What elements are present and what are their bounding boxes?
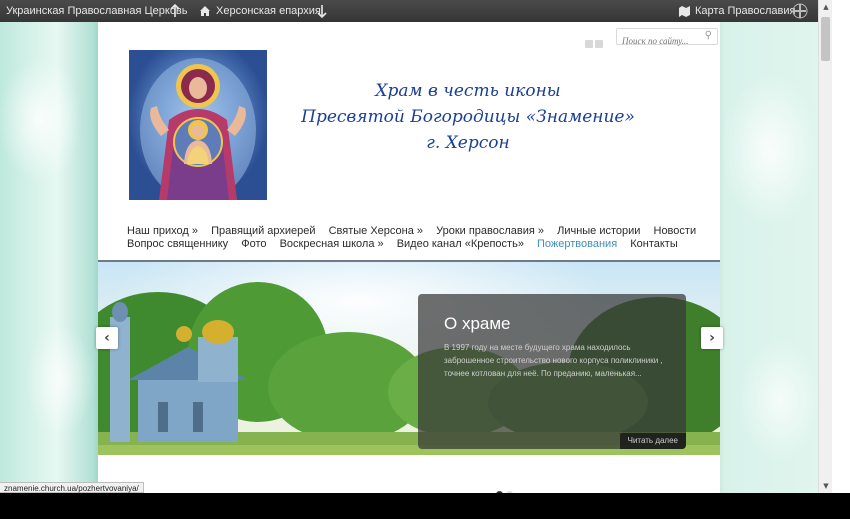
home-icon[interactable] [199,0,211,22]
social-links [585,33,605,52]
scroll-up-icon[interactable]: ▲ [819,0,833,14]
nav-item-bishop[interactable]: Правящий архиерей [211,225,315,237]
nav-item-video[interactable]: Видео канал «Крепость» [397,238,524,250]
slide-title[interactable]: О храме [444,314,511,334]
slide-excerpt: В 1997 году на месте будущего храма нахо… [444,343,663,378]
nav-item-donations[interactable]: Пожертвования [537,238,617,250]
slider-pagination [496,483,516,493]
nav-item-lessons[interactable]: Уроки православия » [436,225,544,237]
scroll-down-icon[interactable]: ▼ [819,479,833,493]
slider-dot[interactable] [506,491,513,493]
nav-item-photo[interactable]: Фото [241,238,266,250]
main-nav: Наш приход » Правящий архиерей Святые Хе… [127,224,717,251]
vertical-scrollbar[interactable]: ▲ ▼ [818,0,832,493]
nav-item-ask-priest[interactable]: Вопрос священнику [127,238,228,250]
nav-item-contacts[interactable]: Контакты [630,238,678,250]
slider-next-button[interactable]: › [701,327,723,349]
nav-row: Вопрос священнику Фото Воскресная школа … [127,237,717,251]
search-input[interactable] [622,33,702,49]
arrow-up-icon[interactable] [170,0,180,22]
rss-icon[interactable] [585,40,593,48]
diocese-link[interactable]: Херсонская епархия [216,0,321,22]
browser-viewport: Украинская Православная Церковь Херсонск… [0,0,818,493]
slider-dot-active[interactable] [496,491,503,493]
orthodox-cross-icon[interactable] [791,0,809,22]
search-box: ⚲ [616,28,718,49]
scrollbar-thumb[interactable] [821,17,830,61]
status-bar-url: znamenie.church.ua/pozhertvovaniya/ [0,482,144,493]
icon-logo[interactable] [129,50,267,200]
top-admin-bar: Украинская Православная Церковь Херсонск… [0,0,818,22]
map-icon[interactable] [678,0,691,22]
chevron-right-icon: › [709,330,715,346]
site-title-line: Храм в честь иконы [375,81,561,101]
page-container: ⚲ Хра [98,22,720,493]
nav-item-sunday-school[interactable]: Воскресная школа » [280,238,384,250]
map-link[interactable]: Карта Православия [695,0,795,22]
nav-item-news[interactable]: Новости [654,225,697,237]
site-title-line: г. Херсон [426,133,510,153]
read-more-button[interactable]: Читать далее [619,433,686,449]
facebook-icon[interactable] [595,40,603,48]
upc-link[interactable]: Украинская Православная Церковь [6,0,188,22]
site-title: Храм в честь иконы Пресвятой Богородицы … [288,78,648,156]
site-title-line: Пресвятой Богородицы «Знамение» [301,107,635,127]
chevron-left-icon: ‹ [104,330,110,346]
nav-item-stories[interactable]: Личные истории [557,225,640,237]
nav-item-saints[interactable]: Святые Херсона » [329,225,423,237]
window-edge [832,0,850,493]
nav-row: Наш приход » Правящий архиерей Святые Хе… [127,224,717,238]
slide-caption: О храме В 1997 году на месте будущего хр… [418,294,686,449]
nav-item-parish[interactable]: Наш приход » [127,225,198,237]
image-slider[interactable]: О храме В 1997 году на месте будущего хр… [98,260,720,455]
slider-prev-button[interactable]: ‹ [96,327,118,349]
search-icon[interactable]: ⚲ [705,30,712,41]
arrow-down-icon[interactable] [317,0,327,22]
